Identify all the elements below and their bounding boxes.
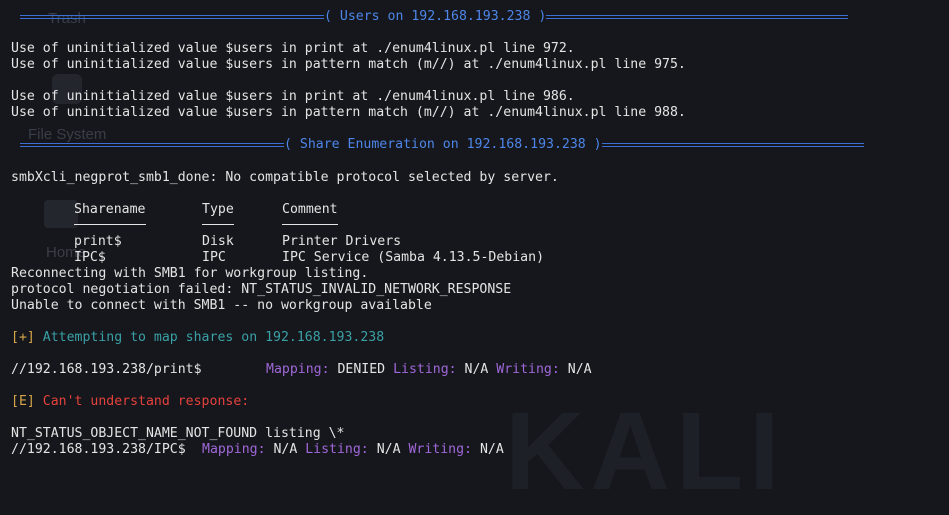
negprot-line: smbXcli_negprot_smb1_done: No compatible… bbox=[11, 170, 559, 185]
reconnect-line: Unable to connect with SMB1 -- no workgr… bbox=[11, 298, 432, 313]
mapping-value: DENIED bbox=[329, 362, 394, 377]
banner-rule-right bbox=[601, 143, 864, 147]
table-cell-comment: IPC Service (Samba 4.13.5-Debian) bbox=[282, 250, 545, 265]
table-header-comment: Comment bbox=[282, 202, 338, 217]
listing-label: Listing: bbox=[305, 442, 369, 457]
table-header-type: Type bbox=[202, 202, 234, 217]
mapping-label: Mapping: bbox=[266, 362, 330, 377]
writing-value: N/A bbox=[472, 442, 504, 457]
writing-value: N/A bbox=[559, 362, 592, 377]
banner-rule-right bbox=[546, 15, 849, 19]
share-banner: ( Share Enumeration on 192.168.193.238 ) bbox=[20, 137, 864, 153]
error-line: [E] Can't understand response: bbox=[11, 394, 249, 410]
warning-line: Use of uninitialized value $users in pat… bbox=[11, 57, 686, 72]
banner-rule-left bbox=[20, 143, 284, 147]
error-text: Can't understand response: bbox=[34, 394, 250, 409]
table-cell-comment: Printer Drivers bbox=[282, 234, 402, 249]
warning-line: Use of uninitialized value $users in pri… bbox=[11, 41, 575, 56]
listing-label: Listing: bbox=[393, 362, 457, 377]
table-cell-type: IPC bbox=[202, 250, 226, 265]
info-prefix: [+] bbox=[11, 330, 35, 345]
print-share-path: //192.168.193.238/print$ bbox=[11, 362, 202, 377]
mapping-label: Mapping: bbox=[202, 442, 266, 457]
print-share-result: Mapping: DENIED Listing: N/A Writing: N/… bbox=[266, 362, 592, 378]
not-found-line: NT_STATUS_OBJECT_NAME_NOT_FOUND listing … bbox=[11, 426, 345, 441]
writing-label: Writing: bbox=[408, 442, 472, 457]
table-header-underline bbox=[202, 224, 234, 225]
table-cell-type: Disk bbox=[202, 234, 234, 249]
listing-value: N/A bbox=[368, 442, 409, 457]
table-cell-sharename: print$ bbox=[74, 234, 122, 249]
warning-line: Use of uninitialized value $users in pat… bbox=[11, 105, 686, 120]
terminal-output[interactable]: ( Users on 192.168.193.238 ) Use of unin… bbox=[11, 9, 949, 465]
listing-value: N/A bbox=[456, 362, 497, 377]
table-header-underline bbox=[74, 224, 146, 225]
banner-rule-left bbox=[20, 15, 324, 19]
reconnect-line: Reconnecting with SMB1 for workgroup lis… bbox=[11, 266, 369, 281]
table-cell-sharename: IPC$ bbox=[74, 250, 106, 265]
table-header-sharename: Sharename bbox=[74, 202, 146, 217]
error-prefix: [E] bbox=[11, 394, 35, 409]
users-banner-text: ( Users on 192.168.193.238 ) bbox=[324, 9, 547, 24]
reconnect-line: protocol negotiation failed: NT_STATUS_I… bbox=[11, 282, 512, 297]
attempt-line: [+] Attempting to map shares on 192.168.… bbox=[11, 330, 384, 346]
table-header-underline bbox=[282, 224, 338, 225]
warning-line: Use of uninitialized value $users in pri… bbox=[11, 89, 575, 104]
mapping-value: N/A bbox=[265, 442, 306, 457]
writing-label: Writing: bbox=[496, 362, 560, 377]
ipc-share-result: Mapping: N/A Listing: N/A Writing: N/A bbox=[202, 442, 504, 458]
users-banner: ( Users on 192.168.193.238 ) bbox=[20, 9, 849, 25]
share-banner-text: ( Share Enumeration on 192.168.193.238 ) bbox=[284, 137, 602, 152]
ipc-share-path: //192.168.193.238/IPC$ bbox=[11, 442, 186, 457]
attempt-text: Attempting to map shares on 192.168.193.… bbox=[34, 330, 385, 345]
